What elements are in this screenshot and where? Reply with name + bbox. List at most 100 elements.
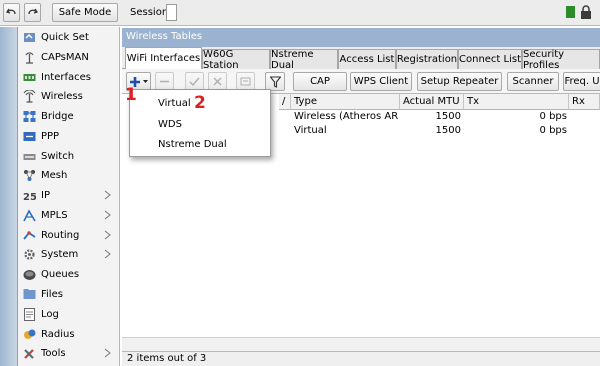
scanner-button[interactable]: Scanner [507, 72, 559, 91]
vertical-brand-strip [0, 27, 18, 366]
tab-bar: WiFi Interfaces W60G Station Nstreme Dua… [122, 47, 600, 71]
menu-item-wds[interactable]: WDS [158, 119, 182, 130]
column-header-tx[interactable]: Tx [464, 94, 569, 110]
tab-connect-list[interactable]: Connect List [458, 49, 522, 69]
column-label: Actual MTU [403, 96, 460, 107]
menu-item-nstreme-dual[interactable]: Nstreme Dual [158, 139, 227, 150]
step-marker-1: 1 [125, 85, 137, 105]
tab-label: Connect List [459, 54, 522, 65]
tab-registration[interactable]: Registration [396, 49, 458, 69]
tab-w60g-station[interactable]: W60G Station [202, 48, 270, 71]
setup-repeater-button[interactable]: Setup Repeater [417, 72, 502, 91]
sidebar-item-label: System [41, 249, 79, 260]
setup-repeater-label: Setup Repeater [420, 76, 499, 87]
sidebar-item-system[interactable]: System [18, 245, 120, 264]
column-header-type[interactable]: Type [291, 94, 400, 110]
routing-icon [22, 229, 36, 242]
sidebar-item-queues[interactable]: Queues [18, 265, 120, 284]
tab-label: Registration [396, 54, 458, 65]
sidebar-item-mpls[interactable]: MPLS [18, 206, 120, 225]
tab-nstreme-dual[interactable]: Nstreme Dual [270, 48, 338, 71]
tab-label: Access List [339, 54, 395, 65]
mesh-icon [22, 169, 36, 182]
cell-type: Virtual [294, 125, 327, 136]
tools-icon [22, 347, 36, 360]
submenu-arrow-icon [104, 210, 111, 220]
scanner-label: Scanner [512, 76, 554, 87]
sidebar-item-radius[interactable]: Radius [18, 325, 120, 344]
item-count: 2 items out of 3 [127, 353, 207, 364]
tab-label: W60G Station [203, 48, 239, 71]
step-marker-2: 2 [194, 93, 206, 113]
lock-icon [581, 5, 591, 19]
sidebar-item-routing[interactable]: Routing [18, 226, 120, 245]
top-toolbar: Safe Mode Session: [0, 0, 600, 26]
sidebar-item-label: Radius [41, 329, 75, 340]
sort-marker: / [282, 96, 286, 107]
tab-access-list[interactable]: Access List [338, 49, 396, 69]
tab-label: Security Profiles [523, 48, 565, 71]
sidebar-item-label: Interfaces [41, 72, 91, 83]
tab-label: Nstreme Dual [271, 48, 314, 71]
cell-mtu: 1500 [435, 125, 461, 136]
column-header-actual-mtu[interactable]: Actual MTU [400, 94, 464, 110]
capsman-icon [22, 51, 36, 64]
sidebar-item-label: Log [41, 309, 59, 320]
redo-icon [28, 8, 38, 15]
session-field[interactable] [166, 4, 177, 21]
mpls-icon [22, 209, 36, 222]
wps-client-button[interactable]: WPS Client [350, 72, 412, 91]
sidebar-item-interfaces[interactable]: Interfaces [18, 68, 120, 87]
sidebar-item-tools[interactable]: Tools [18, 344, 120, 363]
sidebar: Quick Set CAPsMAN Interfaces Wireless Br… [18, 27, 120, 366]
sidebar-item-label: Routing [41, 230, 80, 241]
sidebar-item-wireless[interactable]: Wireless [18, 87, 120, 106]
sidebar-item-label: IP [41, 190, 50, 201]
system-icon [22, 248, 36, 261]
sidebar-item-capsman[interactable]: CAPsMAN [18, 48, 120, 67]
cap-button[interactable]: CAP [293, 72, 347, 91]
redo-button[interactable] [24, 3, 41, 22]
sidebar-item-label: Files [41, 289, 63, 300]
tab-wifi-interfaces[interactable]: WiFi Interfaces [125, 47, 202, 69]
sidebar-item-mesh[interactable]: Mesh [18, 166, 120, 185]
freq-usage-label: Freq. U [564, 76, 600, 87]
menu-item-virtual[interactable]: Virtual [158, 98, 191, 109]
sidebar-item-ppp[interactable]: PPP [18, 127, 120, 146]
sidebar-item-label: Wireless [41, 91, 83, 102]
switch-icon [22, 150, 36, 163]
sidebar-item-switch[interactable]: Switch [18, 147, 120, 166]
window-title: Wireless Tables [126, 31, 203, 42]
status-indicator-icon [566, 6, 575, 18]
sidebar-item-ip[interactable]: 255 IP [18, 186, 120, 205]
filter-icon [269, 75, 281, 88]
sidebar-item-bridge[interactable]: Bridge [18, 107, 120, 126]
submenu-arrow-icon [104, 348, 111, 358]
minus-icon [160, 80, 169, 83]
bridge-icon [22, 110, 36, 123]
radius-icon [22, 328, 36, 341]
safe-mode-button[interactable]: Safe Mode [52, 3, 118, 22]
column-label: Rx [572, 96, 585, 107]
wireless-icon [22, 90, 36, 103]
column-label: Type [294, 96, 317, 107]
sidebar-item-label: Mesh [41, 170, 68, 181]
queues-icon [22, 268, 36, 281]
sidebar-item-quick-set[interactable]: Quick Set [18, 28, 120, 47]
wps-client-label: WPS Client [353, 76, 409, 87]
undo-button[interactable] [3, 3, 20, 22]
column-label: Tx [467, 96, 480, 107]
cap-button-label: CAP [310, 76, 330, 87]
sort-column-header[interactable]: / [279, 94, 291, 110]
comment-icon [240, 77, 251, 86]
column-header-rx[interactable]: Rx [569, 94, 600, 110]
submenu-arrow-icon [104, 230, 111, 240]
window-title-bar[interactable]: Wireless Tables [122, 28, 600, 47]
sidebar-item-files[interactable]: Files [18, 285, 120, 304]
tab-security-profiles[interactable]: Security Profiles [522, 48, 600, 71]
ppp-icon [22, 130, 36, 143]
tab-label: WiFi Interfaces [126, 53, 201, 64]
freq-usage-button[interactable]: Freq. U [563, 72, 600, 91]
sidebar-item-log[interactable]: Log [18, 305, 120, 324]
horizontal-scrollbar[interactable] [122, 337, 600, 351]
